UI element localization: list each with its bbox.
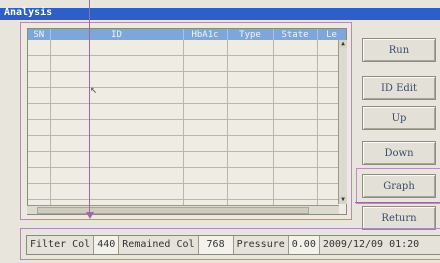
title-bar: Analysis	[0, 7, 440, 20]
table-cell[interactable]	[183, 71, 228, 88]
table-cell[interactable]	[50, 71, 184, 88]
table-row[interactable]	[28, 119, 346, 136]
table-cell[interactable]	[227, 119, 274, 136]
table-cell[interactable]	[50, 167, 184, 184]
scroll-down-icon[interactable]: ▼	[339, 196, 347, 204]
table-cell[interactable]	[273, 87, 318, 104]
scroll-up-icon[interactable]: ▲	[339, 40, 347, 48]
table-row[interactable]	[28, 151, 346, 168]
table-cell[interactable]	[227, 55, 274, 72]
table-cell[interactable]	[273, 135, 318, 152]
table-cell[interactable]	[183, 167, 228, 184]
table-cell[interactable]	[183, 119, 228, 136]
pressure-label: Pressure	[234, 236, 289, 254]
table-cell[interactable]	[183, 151, 228, 168]
col-header-id[interactable]: ID	[50, 29, 184, 40]
datetime-display: 2009/12/09 01:20	[322, 239, 420, 250]
table-cell[interactable]	[227, 71, 274, 88]
table-cell[interactable]	[28, 135, 51, 152]
filter-col-value: 440	[94, 236, 120, 254]
table-cell[interactable]	[28, 40, 51, 56]
table-header-row: SN ID HbA1c Type State Le	[28, 29, 346, 40]
table-row[interactable]	[28, 40, 346, 56]
table-cell[interactable]	[183, 87, 228, 104]
down-button[interactable]: Down	[362, 141, 436, 165]
table-cell[interactable]	[50, 87, 184, 104]
table-cell[interactable]	[50, 40, 184, 56]
results-table[interactable]: SN ID HbA1c Type State Le	[27, 28, 347, 215]
table-cell[interactable]	[183, 135, 228, 152]
mouse-cursor-icon: ↖	[90, 82, 98, 96]
status-bar: Filter Col 440 Remained Col 768 Pressure…	[26, 235, 440, 255]
table-cell[interactable]	[183, 55, 228, 72]
table-cell[interactable]	[50, 55, 184, 72]
remained-col-label: Remained Col	[119, 236, 199, 254]
id-edit-button[interactable]: ID Edit	[362, 76, 436, 100]
remained-col-value: 768	[198, 236, 234, 254]
filter-col-label: Filter Col	[27, 236, 95, 254]
table-cell[interactable]	[50, 135, 184, 152]
table-cell[interactable]	[273, 71, 318, 88]
annotation-arrow-icon	[86, 212, 94, 219]
table-cell[interactable]	[183, 40, 228, 56]
table-cell[interactable]	[28, 87, 51, 104]
col-header-state[interactable]: State	[273, 29, 318, 40]
col-header-hba1c[interactable]: HbA1c	[183, 29, 228, 40]
table-cell[interactable]	[273, 167, 318, 184]
table-cell[interactable]	[227, 135, 274, 152]
up-button[interactable]: Up	[362, 106, 436, 130]
table-cell[interactable]	[50, 119, 184, 136]
table-cell[interactable]	[227, 151, 274, 168]
vertical-scrollbar[interactable]: ▲ ▼	[338, 40, 347, 204]
table-row[interactable]	[28, 103, 346, 120]
table-cell[interactable]	[227, 167, 274, 184]
table-cell[interactable]	[28, 119, 51, 136]
run-button[interactable]: Run	[362, 38, 436, 62]
table-cell[interactable]	[273, 103, 318, 120]
table-row[interactable]	[28, 183, 346, 200]
table-cell[interactable]	[28, 55, 51, 72]
table-cell[interactable]	[227, 103, 274, 120]
col-header-type[interactable]: Type	[227, 29, 274, 40]
table-cell[interactable]	[273, 183, 318, 200]
return-button[interactable]: Return	[362, 206, 436, 230]
horizontal-scrollbar[interactable]	[27, 205, 339, 214]
window-title: Analysis	[4, 7, 53, 18]
table-cell[interactable]	[273, 55, 318, 72]
graph-button[interactable]: Graph	[362, 174, 436, 198]
table-cell[interactable]	[28, 167, 51, 184]
pressure-value: 0.00	[288, 236, 320, 254]
annotation-horizontal-line	[355, 202, 440, 203]
table-cell[interactable]	[273, 40, 318, 56]
table-cell[interactable]	[28, 183, 51, 200]
table-row[interactable]	[28, 55, 346, 72]
table-cell[interactable]	[273, 151, 318, 168]
table-row[interactable]	[28, 71, 346, 88]
table-cell[interactable]	[50, 151, 184, 168]
annotation-pointer-line	[89, 0, 90, 214]
table-cell[interactable]	[227, 87, 274, 104]
table-cell[interactable]	[28, 103, 51, 120]
table-cell[interactable]	[227, 183, 274, 200]
table-cell[interactable]	[273, 119, 318, 136]
table-row[interactable]	[28, 135, 346, 152]
table-cell[interactable]	[183, 103, 228, 120]
table-row[interactable]	[28, 87, 346, 104]
table-row[interactable]	[28, 167, 346, 184]
table-cell[interactable]	[227, 40, 274, 56]
horizontal-scroll-thumb[interactable]	[37, 207, 309, 214]
table-cell[interactable]	[50, 183, 184, 200]
table-cell[interactable]	[28, 151, 51, 168]
table-cell[interactable]	[28, 71, 51, 88]
table-cell[interactable]	[183, 183, 228, 200]
col-header-sn[interactable]: SN	[28, 29, 51, 40]
col-header-le[interactable]: Le	[317, 29, 346, 40]
table-cell[interactable]	[50, 103, 184, 120]
